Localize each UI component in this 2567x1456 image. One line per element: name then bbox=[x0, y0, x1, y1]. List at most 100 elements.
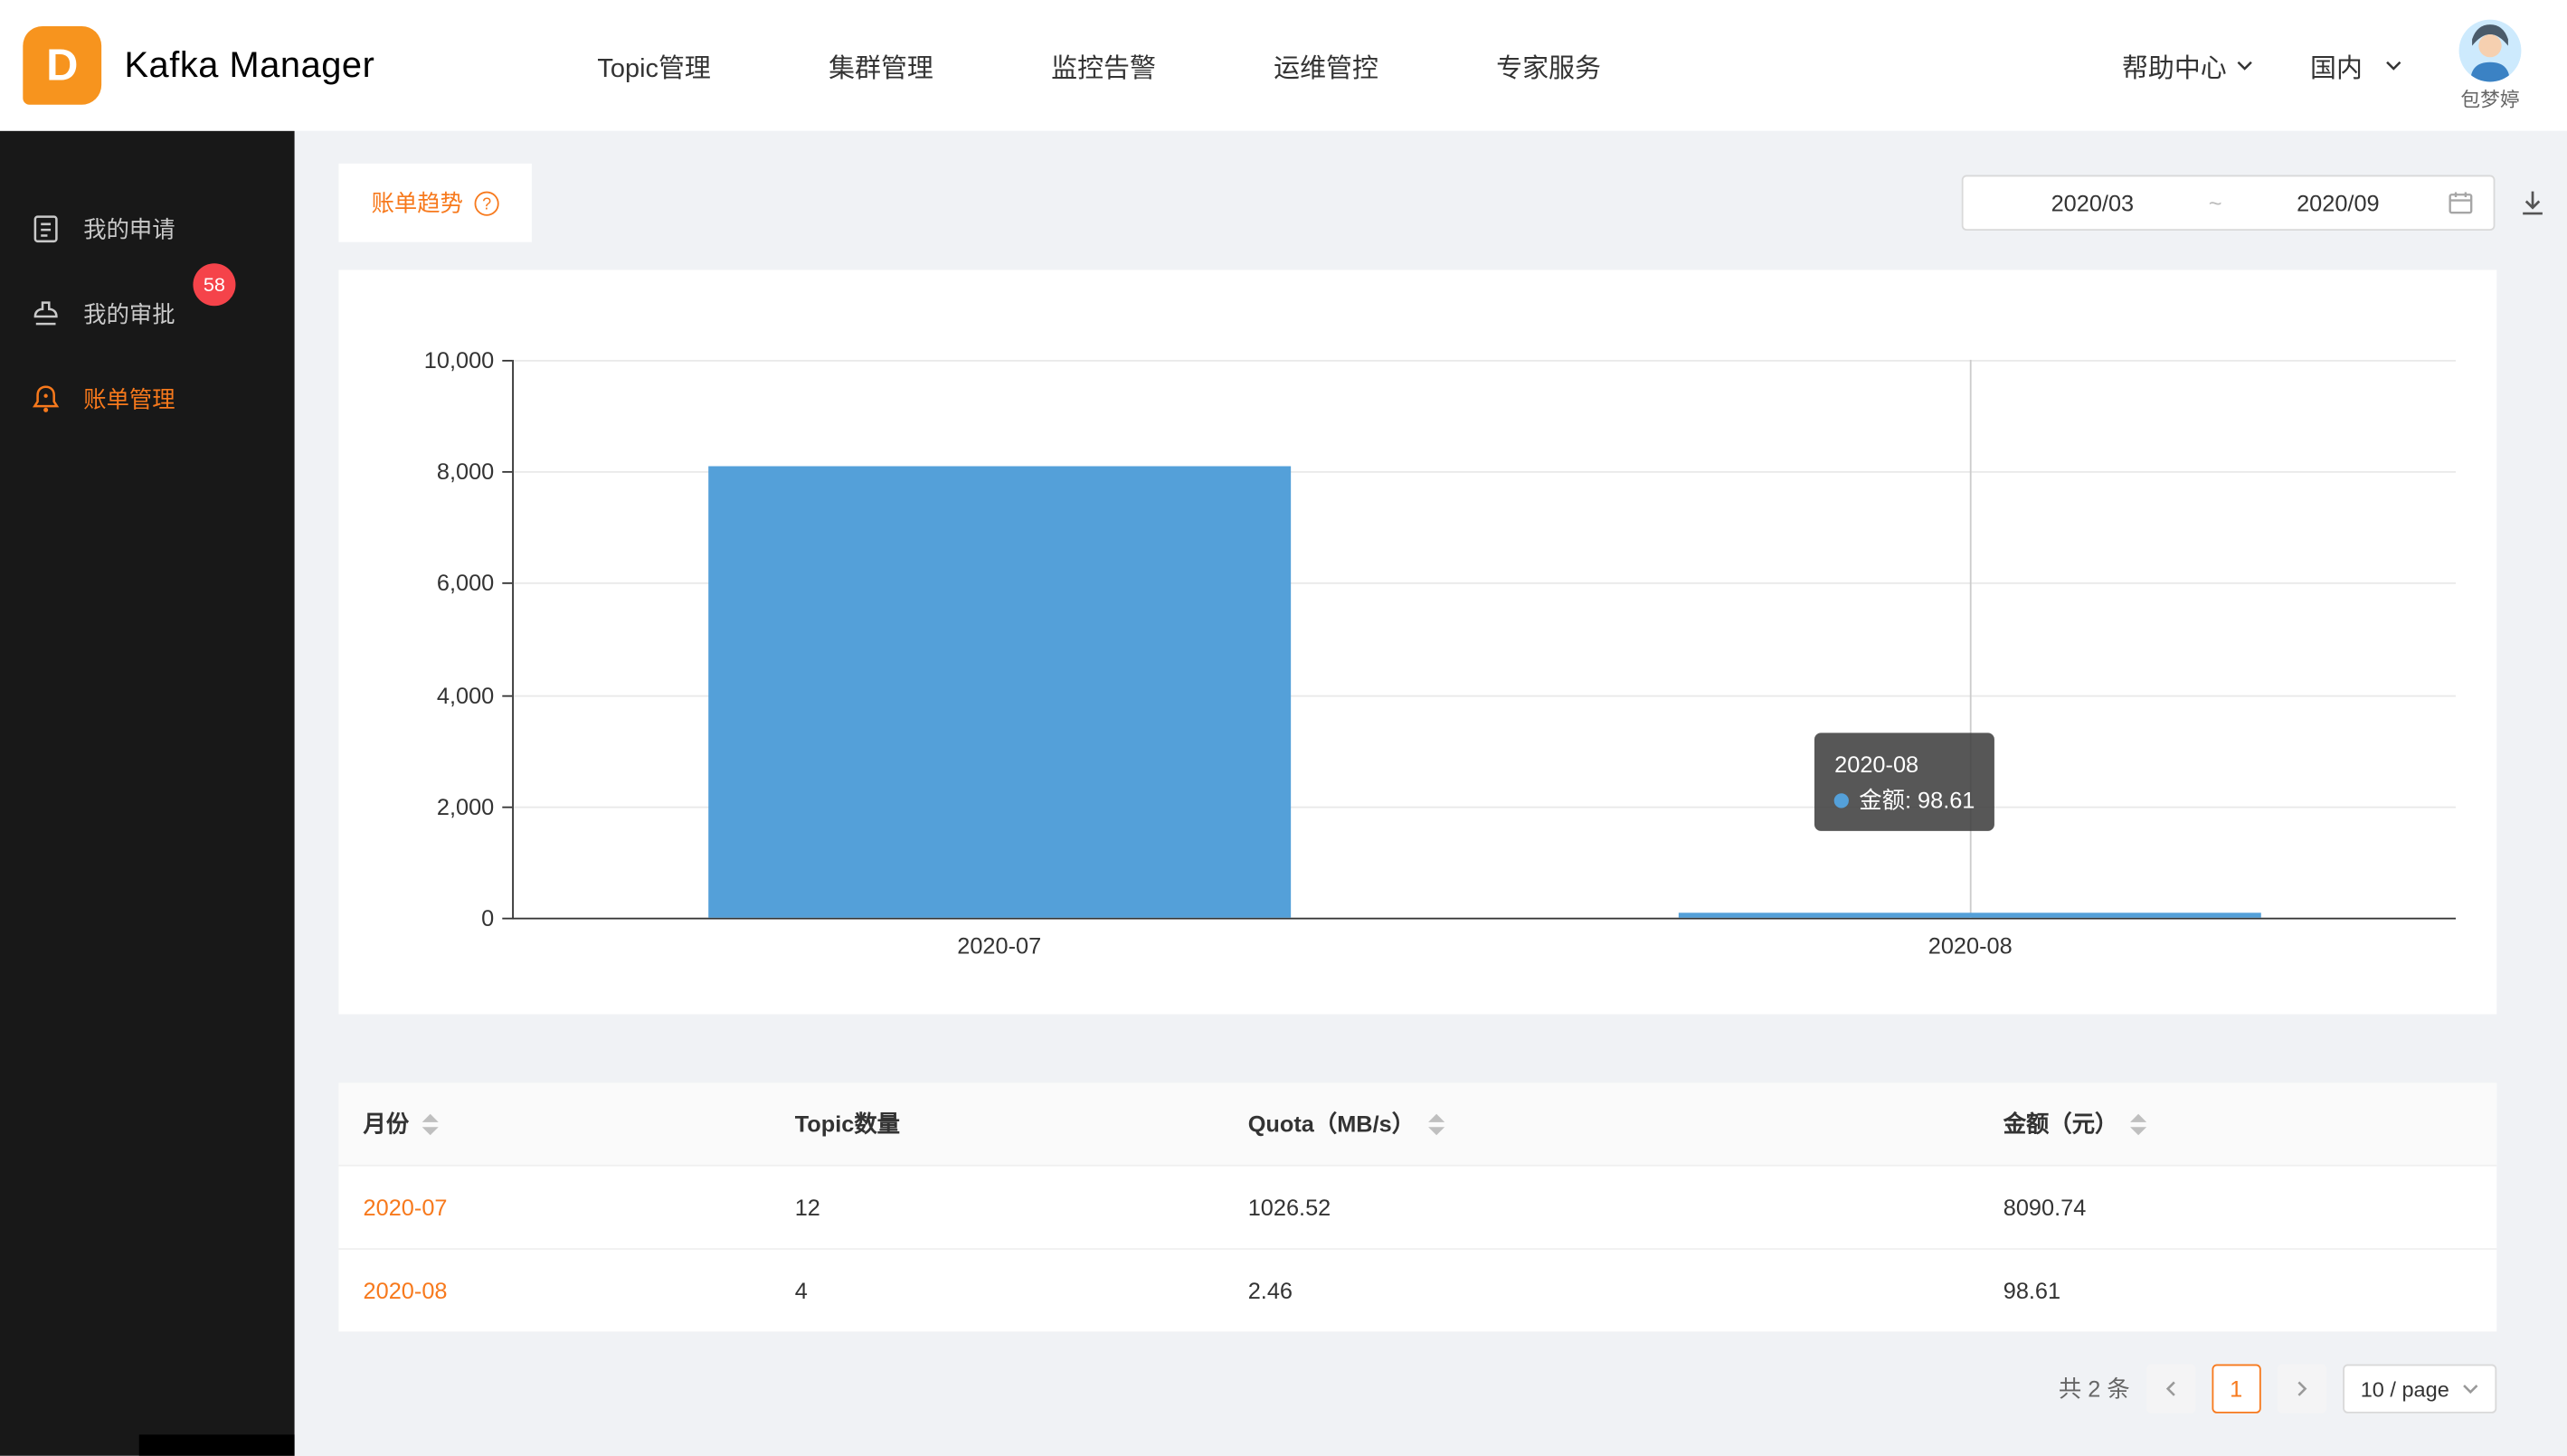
column-header-topics: Topic数量 bbox=[771, 1108, 1224, 1140]
quota-cell: 2.46 bbox=[1224, 1278, 1979, 1304]
sidebar-item-label: 我的审批 bbox=[83, 298, 175, 330]
column-label: 金额（元） bbox=[2003, 1108, 2118, 1140]
y-axis-label: 0 bbox=[481, 904, 494, 931]
sidebar-item-label: 我的申请 bbox=[83, 213, 175, 245]
app-title: Kafka Manager bbox=[124, 44, 374, 87]
y-axis-tick bbox=[502, 471, 512, 473]
crosshair-line bbox=[1970, 360, 1972, 918]
app-logo-icon: D bbox=[23, 26, 101, 105]
user-menu[interactable]: 包梦婷 bbox=[2459, 19, 2522, 112]
amount-cell: 8090.74 bbox=[1979, 1194, 2497, 1220]
sort-icon[interactable] bbox=[2131, 1113, 2147, 1135]
month-link[interactable]: 2020-07 bbox=[364, 1194, 448, 1220]
billing-trend-chart: 10,000 8,000 6,000 4,000 2,000 0 2020-07… bbox=[338, 269, 2496, 1014]
y-axis-tick bbox=[502, 918, 512, 920]
bar-2020-07[interactable] bbox=[708, 467, 1291, 918]
chevron-down-icon bbox=[2235, 55, 2255, 75]
sort-icon[interactable] bbox=[422, 1113, 439, 1135]
pagination: 共 2 条 1 10 / page bbox=[338, 1365, 2496, 1413]
total-count: 共 2 条 bbox=[2059, 1373, 2130, 1405]
gridline bbox=[514, 360, 2456, 362]
table-row: 2020-07 12 1026.52 8090.74 bbox=[338, 1165, 2496, 1248]
date-end-value[interactable]: 2020/09 bbox=[2229, 190, 2448, 216]
column-label: 月份 bbox=[364, 1108, 410, 1140]
column-header-amount: 金额（元） bbox=[1979, 1108, 2497, 1140]
series-dot-icon bbox=[1834, 794, 1849, 808]
clipboard-icon bbox=[30, 213, 62, 245]
tab-billing-trend[interactable]: 账单趋势 ? bbox=[338, 164, 531, 242]
page-size-value: 10 / page bbox=[2361, 1376, 2449, 1401]
header-right: 帮助中心 国内 包梦婷 bbox=[2122, 19, 2521, 112]
column-header-month: 月份 bbox=[338, 1108, 770, 1140]
chevron-down-icon bbox=[2462, 1381, 2478, 1397]
chart-tooltip: 2020-08 金额: 98.61 bbox=[1814, 733, 1994, 832]
topics-cell: 4 bbox=[771, 1278, 1224, 1304]
sidebar-item-my-approvals[interactable]: 我的审批 58 bbox=[0, 271, 295, 356]
column-header-quota: Quota（MB/s） bbox=[1224, 1108, 1979, 1140]
nav-cluster-management[interactable]: 集群管理 bbox=[829, 46, 933, 85]
sidebar-bottom-strip bbox=[139, 1434, 295, 1456]
quota-cell: 1026.52 bbox=[1224, 1194, 1979, 1220]
sidebar: 我的申请 我的审批 58 账单管理 bbox=[0, 131, 295, 1456]
tooltip-title: 2020-08 bbox=[1834, 747, 1975, 783]
sidebar-item-label: 账单管理 bbox=[83, 383, 175, 415]
chevron-left-icon bbox=[2163, 1381, 2179, 1397]
stamp-icon bbox=[30, 298, 62, 330]
nav-monitor-alert[interactable]: 监控告警 bbox=[1051, 46, 1156, 85]
chart-plot-area: 10,000 8,000 6,000 4,000 2,000 0 2020-07… bbox=[512, 360, 2456, 920]
help-center-label: 帮助中心 bbox=[2122, 46, 2227, 85]
region-menu[interactable]: 国内 bbox=[2310, 46, 2403, 85]
prev-page-button[interactable] bbox=[2146, 1365, 2195, 1413]
bar-2020-08[interactable] bbox=[1679, 912, 2261, 918]
toolbar: 账单趋势 ? 2020/03 ~ 2020/09 bbox=[338, 164, 2496, 242]
table-row: 2020-08 4 2.46 98.61 bbox=[338, 1248, 2496, 1331]
tooltip-value: 金额: 98.61 bbox=[1859, 788, 1975, 814]
approvals-count-badge: 58 bbox=[193, 263, 235, 306]
y-axis-label: 6,000 bbox=[437, 570, 494, 596]
billing-table: 月份 Topic数量 Quota（MB/s） 金额（元） 2020-07 12 bbox=[338, 1083, 2496, 1331]
nav-expert-service[interactable]: 专家服务 bbox=[1496, 46, 1601, 85]
app-root: D Kafka Manager Topic管理 集群管理 监控告警 运维管控 专… bbox=[0, 0, 2567, 1456]
date-start-value[interactable]: 2020/03 bbox=[1983, 190, 2202, 216]
column-label: Topic数量 bbox=[795, 1108, 900, 1140]
help-icon[interactable]: ? bbox=[475, 191, 499, 215]
y-axis-tick bbox=[502, 695, 512, 696]
page-button-1[interactable]: 1 bbox=[2212, 1365, 2260, 1413]
sort-icon[interactable] bbox=[1427, 1113, 1444, 1135]
logo-letter: D bbox=[46, 40, 78, 90]
date-range-separator: ~ bbox=[2202, 190, 2228, 216]
calendar-icon bbox=[2448, 190, 2474, 216]
nav-topic-management[interactable]: Topic管理 bbox=[597, 46, 710, 85]
next-page-button[interactable] bbox=[2277, 1365, 2325, 1413]
billing-icon bbox=[30, 383, 62, 415]
chevron-down-icon bbox=[2383, 55, 2403, 75]
topics-cell: 12 bbox=[771, 1194, 1224, 1220]
nav-ops-control[interactable]: 运维管控 bbox=[1274, 46, 1378, 85]
main-content: 账单趋势 ? 2020/03 ~ 2020/09 bbox=[295, 131, 2567, 1456]
tab-label: 账单趋势 bbox=[372, 186, 463, 219]
y-axis-label: 2,000 bbox=[437, 793, 494, 819]
help-center-menu[interactable]: 帮助中心 bbox=[2122, 46, 2255, 85]
top-header: D Kafka Manager Topic管理 集群管理 监控告警 运维管控 专… bbox=[0, 0, 2567, 131]
region-label: 国内 bbox=[2310, 46, 2363, 85]
column-label: Quota（MB/s） bbox=[1248, 1108, 1415, 1140]
user-name: 包梦婷 bbox=[2460, 84, 2519, 112]
table-header-row: 月份 Topic数量 Quota（MB/s） 金额（元） bbox=[338, 1083, 2496, 1164]
sidebar-item-my-applications[interactable]: 我的申请 bbox=[0, 186, 295, 271]
y-axis-label: 10,000 bbox=[424, 346, 494, 373]
toolbar-right: 2020/03 ~ 2020/09 bbox=[1962, 175, 2548, 231]
chevron-right-icon bbox=[2294, 1381, 2310, 1397]
y-axis-tick bbox=[502, 583, 512, 585]
y-axis-label: 4,000 bbox=[437, 682, 494, 708]
y-axis-label: 8,000 bbox=[437, 459, 494, 485]
y-axis-tick bbox=[502, 360, 512, 362]
page-size-select[interactable]: 10 / page bbox=[2343, 1365, 2496, 1413]
date-range-picker[interactable]: 2020/03 ~ 2020/09 bbox=[1962, 175, 2496, 231]
y-axis-tick bbox=[502, 806, 512, 808]
sidebar-item-billing[interactable]: 账单管理 bbox=[0, 356, 295, 441]
month-link[interactable]: 2020-08 bbox=[364, 1278, 448, 1304]
tooltip-row: 金额: 98.61 bbox=[1834, 782, 1975, 818]
avatar bbox=[2459, 19, 2522, 81]
download-icon[interactable] bbox=[2518, 188, 2548, 218]
amount-cell: 98.61 bbox=[1979, 1278, 2497, 1304]
